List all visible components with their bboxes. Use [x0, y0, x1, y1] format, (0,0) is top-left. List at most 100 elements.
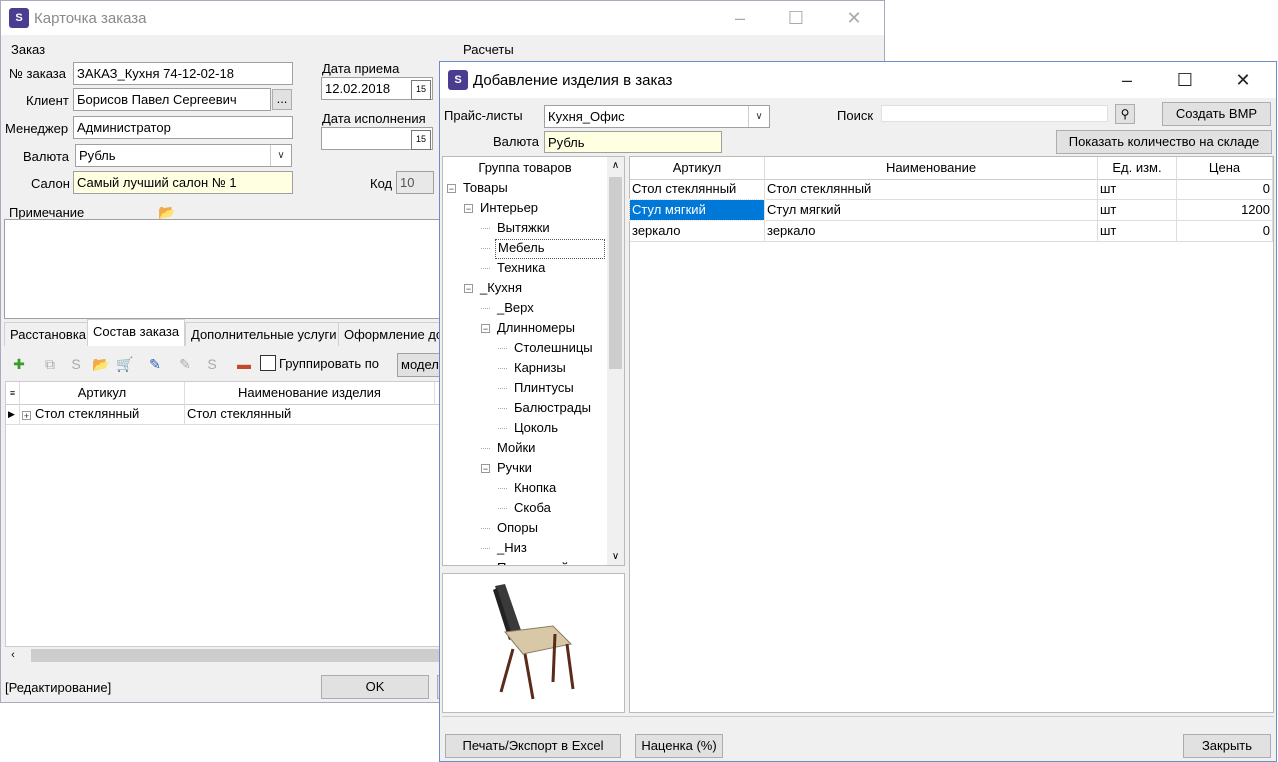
calendar-icon[interactable]: 15 [411, 80, 431, 100]
note-label: Примечание [9, 205, 85, 220]
tree-item[interactable]: Плинтусы [512, 379, 576, 397]
grid-menu-icon[interactable]: ≡ [6, 382, 20, 404]
col-item-name[interactable]: Наименование изделия [185, 382, 435, 404]
edit-icon[interactable]: ✎ [146, 355, 164, 373]
col-unit[interactable]: Ед. изм. [1098, 157, 1177, 179]
horizontal-scrollbar[interactable]: ‹ [5, 647, 441, 664]
group-by-select[interactable]: модель [397, 353, 443, 377]
tree-item[interactable]: Мойки [495, 439, 537, 457]
tree-item[interactable]: Длинномеры [495, 319, 577, 337]
folder-open-icon[interactable]: 📂 [92, 355, 110, 373]
expand-icon[interactable]: + [22, 411, 31, 421]
table-row[interactable]: Стол стеклянный Стол стеклянный шт 0 [630, 179, 1273, 200]
col-article[interactable]: Артикул [20, 382, 185, 404]
app-logo-icon: S [9, 8, 29, 28]
tree-item[interactable]: Балюстрады [512, 399, 593, 417]
group-checkbox[interactable] [260, 355, 276, 371]
tree-item[interactable]: Площадной матер [495, 559, 610, 565]
markup-button[interactable]: Наценка (%) [635, 734, 723, 758]
create-bmp-button[interactable]: Создать BMP [1162, 102, 1271, 126]
collapse-icon[interactable]: − [481, 464, 490, 474]
pricelist-select[interactable]: Кухня_Офис ∨ [544, 105, 770, 128]
tab-additional-services[interactable]: Дополнительные услуги [185, 322, 343, 346]
tab-formalization[interactable]: Оформление до [338, 322, 441, 346]
order-no-field[interactable]: ЗАКАЗ_Кухня 74-12-02-18 [73, 62, 293, 85]
calendar-icon[interactable]: 15 [411, 130, 431, 150]
pricelist-label: Прайс-листы [444, 108, 523, 123]
tree-item[interactable]: Цоколь [512, 419, 560, 437]
item-preview-image [442, 573, 625, 713]
collapse-icon[interactable]: − [464, 204, 473, 214]
add-icon[interactable]: ✚ [10, 355, 28, 373]
close-icon[interactable]: ✕ [831, 1, 877, 35]
calc-group-label: Расчеты [463, 42, 514, 57]
tree-item[interactable]: Ручки [495, 459, 534, 477]
dialog-splitter[interactable] [442, 716, 1274, 731]
tab-arrangement[interactable]: Расстановка [4, 322, 93, 346]
salon-field[interactable]: Самый лучший салон № 1 [73, 171, 293, 194]
minimize-icon[interactable]: – [717, 1, 763, 35]
ruler-icon[interactable]: ▬ [235, 355, 253, 373]
group-checkbox-label: Группировать по [279, 356, 380, 371]
manager-field[interactable]: Администратор [73, 116, 293, 139]
table-row[interactable]: ▶ + Стол стеклянный Стол стеклянный [6, 404, 440, 425]
minimize-icon[interactable]: – [1104, 63, 1150, 97]
close-button[interactable]: Закрыть [1183, 734, 1271, 758]
tree-connector [498, 368, 507, 369]
dialog-titlebar: S Добавление изделия в заказ – ☐ ✕ [440, 62, 1276, 98]
tree-item[interactable]: Карнизы [512, 359, 568, 377]
tree-item[interactable]: Кнопка [512, 479, 558, 497]
tree-header: Группа товаров [478, 160, 572, 175]
ok-button[interactable]: OK [321, 675, 429, 699]
search-input[interactable] [881, 105, 1108, 122]
tree-item[interactable]: _Верх [495, 299, 536, 317]
scrollbar-thumb[interactable] [609, 177, 622, 369]
tree-item[interactable]: Опоры [495, 519, 540, 537]
tree-scrollbar[interactable]: ∧ ∨ [607, 157, 624, 565]
tree-item[interactable]: Товары [461, 179, 510, 197]
cart-icon[interactable]: 🛒 [116, 355, 134, 373]
col-price[interactable]: Цена [1177, 157, 1273, 179]
note-textarea[interactable] [4, 219, 444, 319]
edit-disabled-icon[interactable]: ✎ [176, 355, 194, 373]
scroll-down-icon[interactable]: ∨ [607, 548, 624, 565]
tree-item[interactable]: Вытяжки [495, 219, 552, 237]
scroll-up-icon[interactable]: ∧ [607, 157, 624, 174]
scroll-left-icon[interactable]: ‹ [5, 647, 21, 664]
collapse-icon[interactable]: − [481, 324, 490, 334]
tree-item[interactable]: Столешницы [512, 339, 595, 357]
col-name[interactable]: Наименование [765, 157, 1098, 179]
chevron-down-icon[interactable]: ∨ [270, 145, 291, 166]
scrollbar-thumb[interactable] [31, 649, 441, 662]
copy-icon[interactable]: ⧉ [41, 355, 59, 373]
client-field[interactable]: Борисов Павел Сергеевич [73, 88, 271, 111]
order-card-title: Карточка заказа [34, 10, 147, 27]
tree-item[interactable]: Интерьер [478, 199, 540, 217]
tab-order-items[interactable]: Состав заказа [87, 319, 186, 346]
table-row[interactable]: Стул мягкий Стул мягкий шт 1200 [629, 199, 1273, 221]
dialog-currency-label: Валюта [493, 134, 539, 149]
show-stock-button[interactable]: Показать количество на складе [1056, 130, 1272, 154]
collapse-icon[interactable]: − [464, 284, 473, 294]
chevron-down-icon[interactable]: ∨ [748, 106, 769, 127]
print-export-button[interactable]: Печать/Экспорт в Excel [445, 734, 621, 758]
close-icon[interactable]: ✕ [1220, 63, 1266, 97]
collapse-icon[interactable]: − [447, 184, 456, 194]
maximize-icon[interactable]: ☐ [773, 1, 819, 35]
tree-item[interactable]: Скоба [512, 499, 553, 517]
tree-item[interactable]: _Низ [495, 539, 529, 557]
logo-small-icon[interactable]: S [67, 355, 85, 373]
maximize-icon[interactable]: ☐ [1162, 63, 1208, 97]
cell-article: зеркало [630, 221, 765, 241]
order-card-titlebar: S Карточка заказа – ☐ ✕ [1, 1, 884, 35]
tree-connector [481, 268, 490, 269]
currency-select[interactable]: Рубль ∨ [75, 144, 292, 167]
tree-item[interactable]: _Кухня [478, 279, 524, 297]
tree-item[interactable]: Мебель [495, 239, 605, 259]
table-row[interactable]: зеркало зеркало шт 0 [630, 221, 1273, 242]
tree-item[interactable]: Техника [495, 259, 547, 277]
col-article[interactable]: Артикул [630, 157, 765, 179]
client-browse-button[interactable]: ... [272, 89, 292, 110]
logo-disabled-icon[interactable]: S [203, 355, 221, 373]
binoculars-icon[interactable]: ⚲ [1115, 104, 1135, 124]
